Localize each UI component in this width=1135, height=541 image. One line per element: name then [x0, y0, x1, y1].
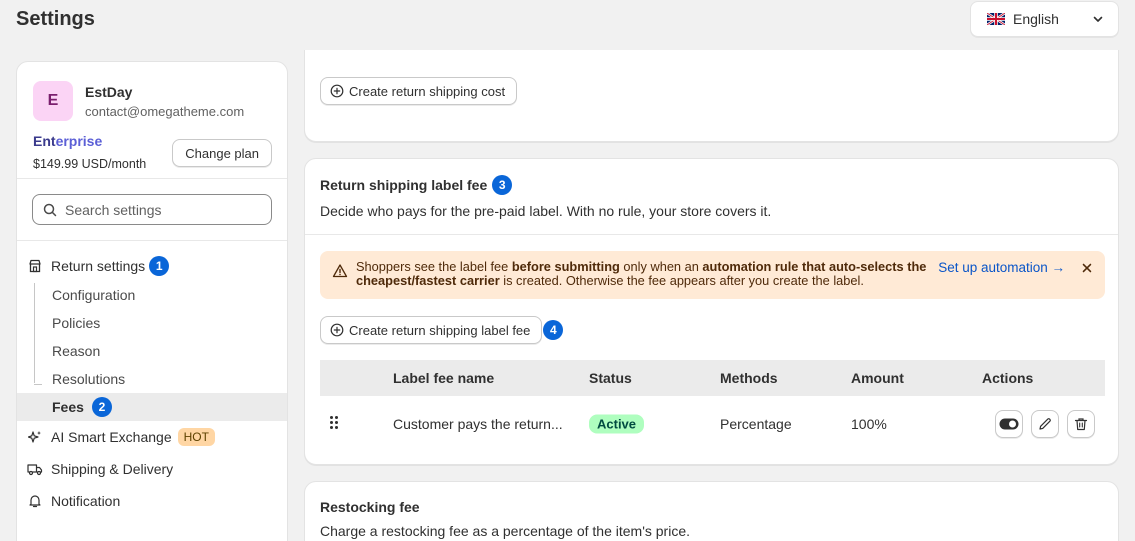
banner-text-3: is created. Otherwise the fee appears af… — [499, 273, 864, 288]
divider — [305, 234, 1118, 235]
hot-badge: HOT — [177, 428, 215, 446]
button-label: Create return shipping label fee — [349, 322, 531, 338]
settings-sidebar: E EstDay contact@omegatheme.com Enterpri… — [16, 61, 288, 541]
sidebar-item-reason[interactable]: Reason — [17, 337, 287, 365]
settings-nav: Return settings 1 Configuration Policies… — [17, 241, 287, 516]
create-label-fee-button[interactable]: Create return shipping label fee — [320, 316, 543, 344]
create-shipping-cost-button[interactable]: Create return shipping cost — [320, 77, 518, 105]
toggle-icon — [999, 418, 1019, 430]
plus-circle-icon — [330, 323, 344, 337]
bell-icon — [27, 493, 43, 509]
chevron-down-icon — [1093, 16, 1103, 22]
step-badge: 3 — [492, 175, 513, 195]
sidebar-item-label: Return settings — [51, 258, 146, 274]
step-badge: 1 — [149, 256, 170, 276]
fee-name: Customer pays the return... — [393, 416, 563, 432]
table-row: Customer pays the return... Active Perce… — [320, 396, 1105, 452]
warning-icon — [332, 264, 348, 278]
plan-name-part2: erprise — [55, 133, 103, 149]
pencil-icon — [1039, 418, 1051, 430]
search-input[interactable]: Search settings — [32, 194, 272, 225]
sidebar-item-label: Resolutions — [52, 371, 126, 387]
button-label: Create return shipping cost — [349, 83, 506, 99]
banner-text: Shoppers see the label fee before submit… — [356, 260, 928, 288]
sidebar-item-label: Fees — [52, 399, 84, 415]
sidebar-item-label: Shipping & Delivery — [51, 461, 174, 477]
sidebar-item-ai-smart-exchange[interactable]: AI Smart Exchange HOT — [17, 422, 287, 452]
tree-elbow — [34, 384, 42, 385]
column-header-actions: Actions — [982, 370, 1034, 386]
sidebar-item-policies[interactable]: Policies — [17, 309, 287, 337]
section-title: Return shipping label fee 3 — [320, 175, 1100, 195]
sidebar-item-label: Notification — [51, 493, 121, 509]
sidebar-item-label: Policies — [52, 315, 101, 331]
section-description: Charge a restocking fee as a percentage … — [320, 523, 690, 539]
fee-method: Percentage — [720, 416, 792, 432]
sidebar-item-shipping-delivery[interactable]: Shipping & Delivery — [17, 454, 287, 484]
plan-name-part1: Ent — [33, 133, 56, 149]
store-icon — [27, 258, 43, 274]
store-email: contact@omegatheme.com — [85, 104, 245, 119]
sidebar-item-label: Configuration — [52, 287, 136, 303]
search-placeholder: Search settings — [65, 201, 162, 218]
close-icon[interactable] — [1081, 262, 1093, 274]
sidebar-item-return-settings[interactable]: Return settings 1 — [17, 251, 287, 281]
fee-amount: 100% — [851, 416, 887, 432]
store-info: E EstDay contact@omegatheme.com — [17, 62, 287, 121]
step-badge: 2 — [91, 397, 112, 417]
truck-icon — [27, 461, 43, 477]
status-badge: Active — [589, 414, 645, 434]
plan-info: Enterprise $149.99 USD/month Change plan — [17, 121, 287, 173]
info-banner: Shoppers see the label fee before submit… — [320, 251, 1105, 299]
tree-line — [34, 283, 35, 383]
sparkle-icon — [27, 429, 43, 445]
sidebar-item-resolutions[interactable]: Resolutions — [17, 365, 287, 393]
search-icon — [43, 203, 57, 216]
column-header-name: Label fee name — [393, 370, 495, 386]
plan-price: $149.99 USD/month — [33, 157, 147, 171]
sidebar-item-fees[interactable]: Fees 2 — [17, 393, 287, 421]
edit-button[interactable] — [1031, 410, 1059, 438]
shipping-cost-card: Create return shipping cost — [304, 50, 1119, 142]
delete-button[interactable] — [1067, 410, 1095, 438]
trash-icon — [1074, 418, 1088, 431]
sidebar-item-label: Reason — [52, 343, 101, 359]
section-title-text: Return shipping label fee — [320, 177, 488, 193]
table-header: Label fee name Status Methods Amount Act… — [320, 360, 1105, 396]
sidebar-item-configuration[interactable]: Configuration — [17, 281, 287, 309]
language-select[interactable]: English — [970, 1, 1119, 37]
page-title: Settings — [16, 8, 95, 30]
row-actions — [995, 410, 1095, 438]
toggle-button[interactable] — [995, 410, 1023, 438]
avatar: E — [33, 81, 73, 121]
label-fee-card: Return shipping label fee 3 Decide who p… — [304, 158, 1119, 465]
setup-automation-link[interactable]: Set up automation → — [938, 261, 1065, 275]
plan-name: Enterprise — [33, 133, 146, 149]
restocking-fee-card: Restocking fee Charge a restocking fee a… — [304, 481, 1119, 541]
column-header-status: Status — [589, 370, 632, 386]
sidebar-item-notification[interactable]: Notification — [17, 486, 287, 516]
step-badge: 4 — [543, 320, 564, 340]
section-title: Restocking fee — [320, 499, 420, 515]
plus-circle-icon — [330, 84, 344, 98]
change-plan-button[interactable]: Change plan — [172, 139, 272, 167]
banner-text-1: Shoppers see the label fee — [356, 259, 512, 274]
banner-bold-1: before submitting — [511, 259, 620, 274]
column-header-methods: Methods — [720, 370, 778, 386]
language-label: English — [1013, 11, 1059, 27]
column-header-amount: Amount — [851, 370, 904, 386]
banner-text-2: only when an — [619, 259, 703, 274]
section-description: Decide who pays for the pre-paid label. … — [320, 203, 772, 219]
sidebar-item-label: AI Smart Exchange — [51, 429, 172, 445]
drag-handle-icon[interactable] — [329, 415, 339, 434]
store-name: EstDay — [85, 84, 133, 100]
uk-flag-icon — [987, 13, 1005, 25]
